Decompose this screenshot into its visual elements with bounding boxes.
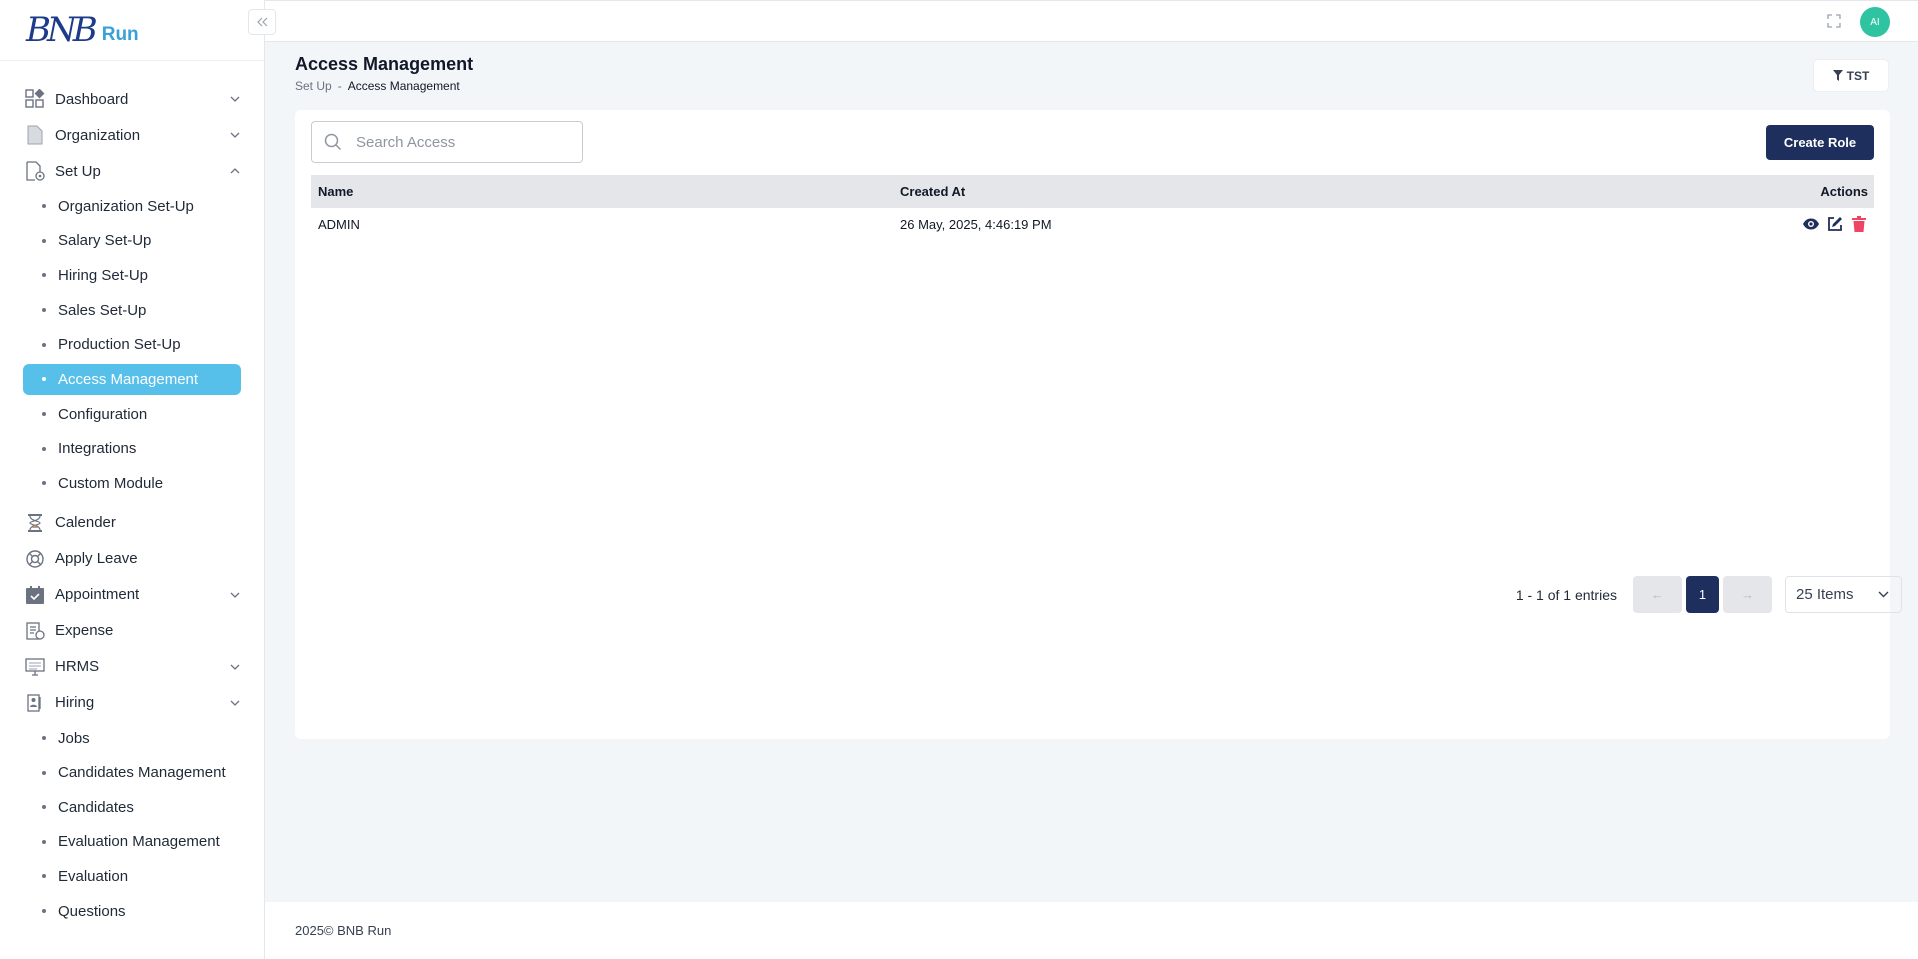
calendar-check-icon — [24, 584, 46, 606]
access-card: Create Role Name Created At Actions ADMI… — [295, 110, 1890, 739]
delete-icon[interactable] — [1849, 215, 1868, 234]
footer: 2025© BNB Run — [265, 902, 1918, 959]
column-header-created-at[interactable]: Created At — [900, 184, 1674, 199]
page-title: Access Management — [295, 54, 474, 74]
setup-icon — [24, 160, 46, 182]
filter-label: TST — [1846, 68, 1870, 83]
sidebar-item-label: Organization — [55, 126, 141, 144]
sidebar-subitem-candidates-management[interactable]: Candidates Management — [0, 755, 264, 790]
sidebar-subitem-questions[interactable]: Questions — [0, 894, 264, 929]
search-input[interactable] — [356, 133, 556, 151]
chevron-down-icon — [230, 698, 240, 708]
document-icon — [24, 124, 46, 146]
sidebar-subitem-hiring-setup[interactable]: Hiring Set-Up — [0, 258, 264, 293]
sidebar-subitem-jobs[interactable]: Jobs — [0, 721, 264, 756]
chevron-down-icon — [1878, 591, 1889, 598]
chevron-down-icon — [230, 94, 240, 104]
chevron-down-icon — [230, 130, 240, 140]
sidebar-item-hrms[interactable]: HRMS — [0, 649, 264, 685]
sidebar-subitem-evaluation[interactable]: Evaluation — [0, 859, 264, 894]
sidebar-subitem-salary-setup[interactable]: Salary Set-Up — [0, 224, 264, 259]
search-box[interactable] — [311, 121, 583, 163]
sidebar-subitem-production-setup[interactable]: Production Set-Up — [0, 327, 264, 362]
breadcrumb: Set Up - Access Management — [295, 79, 460, 93]
sidebar-item-label: Hiring — [55, 694, 95, 712]
sidebar-item-label: HRMS — [55, 658, 100, 676]
chevron-down-icon — [230, 590, 240, 600]
sidebar-item-setup[interactable]: Set Up — [0, 153, 264, 189]
sidebar-item-label: Set Up — [55, 162, 101, 180]
sidebar-subitem-configuration[interactable]: Configuration — [0, 397, 264, 432]
avatar[interactable]: AI — [1860, 7, 1890, 37]
sidebar-item-appointment[interactable]: Appointment — [0, 577, 264, 613]
sidebar-item-label: Expense — [55, 622, 114, 640]
sidebar-item-label: Calender — [55, 514, 116, 532]
footer-copyright: 2025© BNB Run — [295, 923, 392, 938]
sidebar-item-apply-leave[interactable]: Apply Leave — [0, 541, 264, 577]
search-icon — [324, 133, 342, 151]
page-button-current[interactable]: 1 — [1686, 576, 1719, 613]
fullscreen-icon[interactable] — [1827, 14, 1841, 28]
table-header: Name Created At Actions — [311, 175, 1874, 208]
sidebar-subitem-evaluation-management[interactable]: Evaluation Management — [0, 825, 264, 860]
sidebar-item-calender[interactable]: Calender — [0, 505, 264, 541]
sidebar-nav: Dashboard Organization Set Up Organizati… — [0, 61, 264, 928]
next-page-button[interactable]: → — [1723, 576, 1772, 613]
sidebar-subitem-sales-setup[interactable]: Sales Set-Up — [0, 293, 264, 328]
clipboard-person-icon — [24, 692, 46, 714]
hourglass-icon — [24, 512, 46, 534]
cell-name: ADMIN — [318, 216, 360, 232]
pagination: 1 - 1 of 1 entries ← 1 → 25 Items — [1516, 576, 1902, 613]
logo-mark: BNB — [26, 10, 98, 50]
page-size-select[interactable]: 25 Items — [1785, 576, 1902, 613]
dashboard-icon — [24, 88, 46, 110]
sidebar-subitem-integrations[interactable]: Integrations — [0, 432, 264, 467]
column-header-name[interactable]: Name — [311, 184, 900, 199]
sidebar-subitem-organization-setup[interactable]: Organization Set-Up — [0, 189, 264, 224]
cell-actions — [1674, 215, 1874, 234]
brand-logo[interactable]: BNB Run — [0, 0, 264, 61]
sidebar-item-organization[interactable]: Organization — [0, 117, 264, 153]
cell-created-at: 26 May, 2025, 4:46:19 PM — [900, 216, 1052, 232]
chevron-down-icon — [230, 662, 240, 672]
sidebar-item-label: Dashboard — [55, 90, 129, 108]
receipt-icon — [24, 620, 46, 642]
sidebar-item-dashboard[interactable]: Dashboard — [0, 81, 264, 117]
edit-icon[interactable] — [1825, 215, 1844, 234]
breadcrumb-parent[interactable]: Set Up — [295, 79, 332, 93]
roles-table: Name Created At Actions ADMIN 26 May, 20… — [311, 175, 1874, 240]
sidebar-item-label: Appointment — [55, 586, 140, 604]
chevron-up-icon — [230, 166, 240, 176]
monitor-icon — [24, 656, 46, 678]
topbar: AI — [248, 0, 1918, 42]
sidebar-item-label: Apply Leave — [55, 550, 138, 568]
entries-count: 1 - 1 of 1 entries — [1515, 586, 1617, 603]
view-icon[interactable] — [1801, 215, 1820, 234]
sidebar-subitem-candidates[interactable]: Candidates — [0, 790, 264, 825]
create-role-button[interactable]: Create Role — [1766, 125, 1874, 160]
page-size-value: 25 Items — [1796, 586, 1854, 603]
double-chevron-left-icon — [257, 17, 268, 27]
column-header-actions: Actions — [1820, 184, 1868, 199]
sidebar-item-expense[interactable]: Expense — [0, 613, 264, 649]
breadcrumb-current: Access Management — [347, 79, 460, 93]
sidebar-item-hiring[interactable]: Hiring — [0, 685, 264, 721]
sidebar: BNB Run Dashboard Organization Set Up Or… — [0, 0, 265, 959]
sidebar-subitem-access-management[interactable]: Access Management — [23, 363, 241, 395]
prev-page-button[interactable]: ← — [1633, 576, 1682, 613]
table-row[interactable]: ADMIN 26 May, 2025, 4:46:19 PM — [311, 208, 1874, 240]
collapse-sidebar-button[interactable] — [248, 9, 276, 35]
lifebuoy-icon — [24, 548, 46, 570]
filter-button[interactable]: TST — [1813, 59, 1889, 92]
logo-text: Run — [101, 24, 139, 45]
sidebar-subitem-custom-module[interactable]: Custom Module — [0, 466, 264, 501]
breadcrumb-separator: - — [337, 79, 342, 93]
filter-icon — [1832, 70, 1843, 81]
